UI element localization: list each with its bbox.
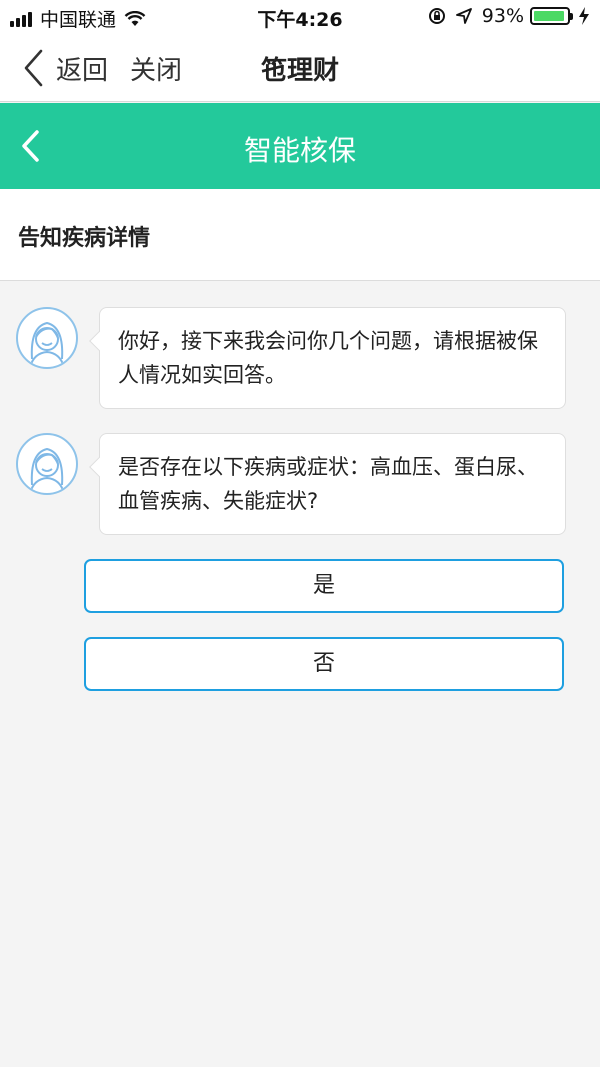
agent-avatar-icon — [16, 307, 78, 369]
nav-title: 竾理财 — [260, 56, 339, 86]
section-header: 告知疾病详情 — [0, 189, 600, 281]
message-bubble: 是否存在以下疾病或症状：高血压、蛋白尿、血管疾病、失能症状? — [99, 433, 566, 535]
battery-percent: 93% — [481, 5, 524, 27]
status-right: 93% — [428, 5, 590, 27]
option-yes-button[interactable]: 是 — [84, 559, 564, 613]
charging-icon — [579, 7, 589, 25]
agent-avatar-icon — [16, 433, 78, 495]
status-bar: 中国联通 下午4:26 93% — [0, 0, 600, 34]
battery-icon — [530, 7, 573, 25]
message-bubble: 你好，接下来我会问你几个问题，请根据被保人情况如实回答。 — [99, 307, 566, 409]
location-icon — [455, 8, 472, 24]
page-title: 智能核保 — [243, 134, 356, 167]
nav-bar: 返回 关闭 竾理财 — [0, 34, 600, 102]
section-title: 告知疾病详情 — [18, 226, 151, 251]
rotation-lock-icon — [428, 8, 445, 24]
page-header: 智能核保 — [0, 103, 600, 189]
option-no-button[interactable]: 否 — [84, 637, 564, 691]
